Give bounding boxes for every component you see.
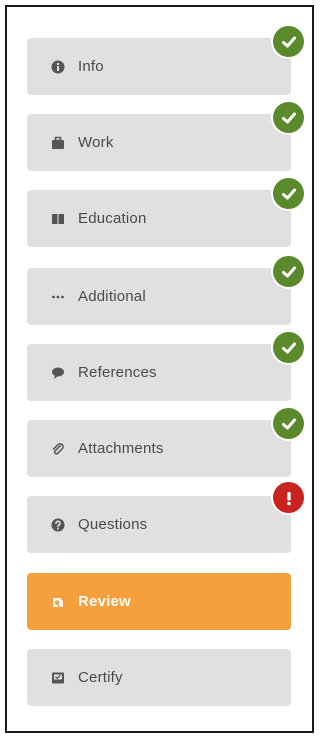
- check-icon: [273, 26, 304, 57]
- check-icon: [273, 408, 304, 439]
- step-label: Questions: [78, 516, 148, 533]
- paperclip-icon: [51, 442, 65, 456]
- book-icon: [51, 212, 65, 226]
- step-label: Education: [78, 210, 147, 227]
- review-icon: [51, 595, 65, 609]
- check-icon: [273, 332, 304, 363]
- step-navigation: Info Work Education Additional Reference…: [0, 0, 323, 740]
- check-icon: [273, 102, 304, 133]
- step-additional[interactable]: Additional: [27, 268, 291, 325]
- step-info[interactable]: Info: [27, 38, 291, 95]
- step-label: Certify: [78, 669, 123, 686]
- briefcase-icon: [51, 136, 65, 150]
- step-label: Attachments: [78, 440, 164, 457]
- step-review[interactable]: Review: [27, 573, 291, 630]
- step-label: Additional: [78, 288, 146, 305]
- step-work[interactable]: Work: [27, 114, 291, 171]
- info-icon: [51, 60, 65, 74]
- step-certify[interactable]: Certify: [27, 649, 291, 706]
- step-label: References: [78, 364, 157, 381]
- question-icon: [51, 518, 65, 532]
- step-education[interactable]: Education: [27, 190, 291, 247]
- ellipsis-icon: [51, 290, 65, 304]
- step-references[interactable]: References: [27, 344, 291, 401]
- speech-bubble-icon: [51, 366, 65, 380]
- step-questions[interactable]: Questions: [27, 496, 291, 553]
- check-icon: [273, 178, 304, 209]
- error-icon: [273, 482, 304, 513]
- step-label: Info: [78, 58, 104, 75]
- certify-icon: [51, 671, 65, 685]
- step-attachments[interactable]: Attachments: [27, 420, 291, 477]
- step-label: Work: [78, 134, 114, 151]
- step-label: Review: [78, 593, 131, 610]
- check-icon: [273, 256, 304, 287]
